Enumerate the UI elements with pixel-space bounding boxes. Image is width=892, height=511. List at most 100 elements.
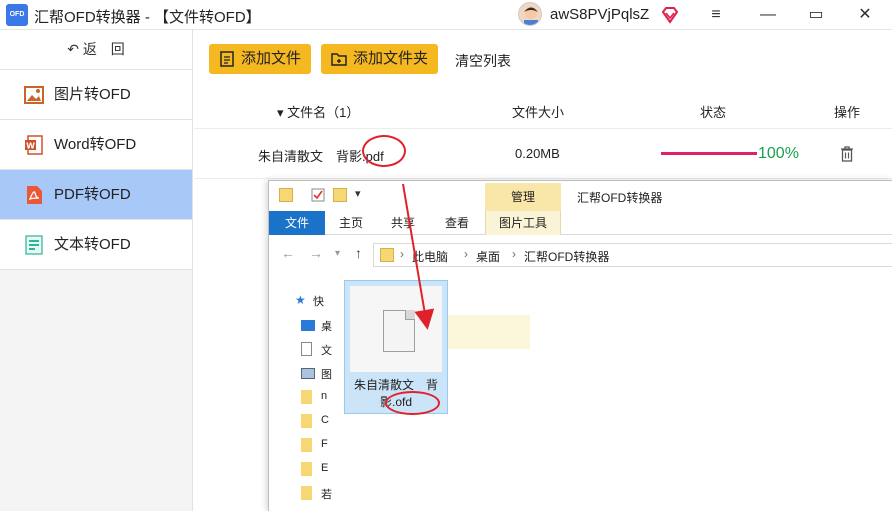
file-explorer-window: ▾ 管理 汇帮OFD转换器 文件 主页 共享 查看 图片工具 ← → ▾ ↑ ›…: [268, 180, 892, 511]
progress-fill: [661, 152, 757, 155]
tab-picture-tools[interactable]: 图片工具: [485, 211, 561, 235]
tree-item-folder[interactable]: E: [301, 462, 328, 478]
app-window: OFD 汇帮OFD转换器 - 【文件转OFD】 awS8PVjPqlsZ ≡ —…: [0, 0, 892, 511]
tree-item-pictures[interactable]: 图: [301, 366, 332, 382]
folder-icon[interactable]: [279, 188, 293, 202]
tree-label: n: [321, 390, 328, 402]
sidebar-item-label: Word转OFD: [54, 136, 137, 153]
sidebar-item-text-to-ofd[interactable]: 文本转OFD: [0, 220, 192, 270]
progress-bar: [661, 152, 757, 155]
tree-label: C: [321, 414, 329, 426]
tree-label: 文: [321, 345, 332, 357]
file-thumbnail: [350, 286, 442, 372]
add-file-icon: [220, 51, 234, 67]
add-file-button[interactable]: 添加文件: [209, 44, 312, 74]
progress-percent: 100%: [758, 145, 799, 162]
folder-icon: [301, 462, 312, 476]
minimize-button[interactable]: —: [748, 0, 788, 30]
pictures-icon: [301, 368, 315, 379]
folder-icon: [380, 248, 394, 262]
address-row: ← → ▾ ↑ › 此电脑 › 桌面 › 汇帮OFD转换器: [269, 243, 892, 267]
username-label[interactable]: awS8PVjPqlsZ: [550, 6, 649, 23]
back-arrow-icon: ↶: [67, 41, 79, 57]
tab-home[interactable]: 主页: [331, 211, 371, 235]
annotation-circle-pdf: [362, 135, 406, 167]
header-filesize: 文件大小: [512, 105, 565, 120]
back-label: 返 回: [82, 41, 125, 57]
sidebar-item-image-to-ofd[interactable]: 图片转OFD: [0, 70, 192, 120]
header-action: 操作: [834, 105, 861, 120]
add-folder-button[interactable]: 添加文件夹: [321, 44, 439, 74]
maximize-button[interactable]: ▭: [796, 0, 836, 30]
ribbon-tabs: 文件 主页 共享 查看 图片工具: [269, 211, 892, 235]
file-size-cell: 0.20MB: [515, 146, 560, 161]
properties-icon[interactable]: [311, 188, 325, 202]
star-icon: ★: [295, 293, 306, 307]
tree-item-folder[interactable]: n: [301, 390, 327, 406]
word-icon: W: [25, 135, 43, 155]
customize-dropdown-icon[interactable]: ▾: [355, 187, 361, 200]
forward-arrow-icon[interactable]: →: [309, 245, 323, 261]
sidebar-item-pdf-to-ofd[interactable]: PDF转OFD: [0, 170, 192, 220]
add-folder-icon: [331, 53, 347, 66]
menu-icon[interactable]: ≡: [696, 0, 736, 30]
desktop-icon: [301, 320, 315, 331]
quick-access-toolbar: ▾ 管理 汇帮OFD转换器: [269, 181, 892, 211]
explorer-title: 汇帮OFD转换器: [577, 191, 663, 205]
tree-item-folder[interactable]: F: [301, 438, 328, 454]
sidebar-item-label: 文本转OFD: [54, 236, 131, 253]
tab-view[interactable]: 查看: [437, 211, 477, 235]
tree-item-folder[interactable]: C: [301, 414, 329, 430]
back-arrow-icon[interactable]: ←: [281, 245, 295, 261]
tab-share[interactable]: 共享: [383, 211, 423, 235]
header-filename[interactable]: ▾ 文件名（1）: [277, 102, 359, 121]
annotation-circle-ofd: [385, 391, 440, 415]
blank-document-icon: [383, 310, 415, 352]
sidebar-item-word-to-ofd[interactable]: W Word转OFD: [0, 120, 192, 170]
tree-label: 图: [321, 369, 332, 381]
pdf-icon: [27, 186, 42, 204]
folder-icon: [301, 438, 312, 452]
sidebar: ↶ 返 回 图片转OFD W Word转OFD PDF转OFD 文本转OFD: [0, 30, 193, 511]
header-status: 状态: [700, 105, 727, 120]
delete-trash-icon[interactable]: [840, 146, 854, 162]
up-arrow-icon[interactable]: ↑: [355, 245, 362, 261]
folder-icon: [301, 414, 312, 428]
tab-file[interactable]: 文件: [269, 211, 325, 235]
tree-label: 若: [321, 489, 332, 501]
breadcrumb-separator: ›: [512, 247, 516, 261]
tree-label: 快: [313, 296, 324, 308]
add-file-label: 添加文件: [241, 50, 302, 67]
folder-icon: [301, 486, 312, 500]
document-icon: [301, 342, 312, 356]
sidebar-item-label: 图片转OFD: [54, 86, 131, 103]
vip-diamond-icon[interactable]: [661, 6, 679, 24]
breadcrumb-folder[interactable]: 汇帮OFD转换器: [524, 248, 609, 265]
back-button[interactable]: ↶ 返 回: [0, 30, 192, 70]
tree-label: F: [321, 438, 328, 450]
app-logo-icon: OFD: [6, 4, 28, 26]
tree-item-desktop[interactable]: 桌: [301, 318, 332, 334]
breadcrumb-this-pc[interactable]: 此电脑: [412, 248, 448, 265]
recent-dropdown-icon[interactable]: ▾: [335, 248, 340, 259]
add-folder-label: 添加文件夹: [353, 50, 429, 67]
divider: [194, 128, 892, 129]
folder-icon: [301, 390, 312, 404]
sidebar-item-label: PDF转OFD: [54, 186, 131, 203]
breadcrumb-desktop[interactable]: 桌面: [476, 248, 500, 265]
tree-item-documents[interactable]: 文: [301, 342, 332, 358]
address-bar[interactable]: › 此电脑 › 桌面 › 汇帮OFD转换器: [373, 243, 892, 267]
close-button[interactable]: ✕: [845, 0, 885, 30]
svg-text:W: W: [26, 142, 35, 151]
divider: [194, 178, 892, 179]
window-title: 汇帮OFD转换器 - 【文件转OFD】: [34, 9, 261, 26]
title-bar: OFD 汇帮OFD转换器 - 【文件转OFD】 awS8PVjPqlsZ ≡ —…: [0, 0, 892, 30]
text-doc-icon: [25, 235, 43, 255]
clear-list-button[interactable]: 清空列表: [455, 51, 511, 71]
tree-label: 桌: [321, 321, 332, 333]
manage-tab[interactable]: 管理: [485, 183, 561, 211]
new-folder-icon[interactable]: [333, 188, 347, 202]
tree-item-quick-access[interactable]: ★ 快: [295, 293, 324, 309]
user-avatar[interactable]: [518, 2, 542, 26]
tree-item-folder[interactable]: 若: [301, 486, 332, 502]
